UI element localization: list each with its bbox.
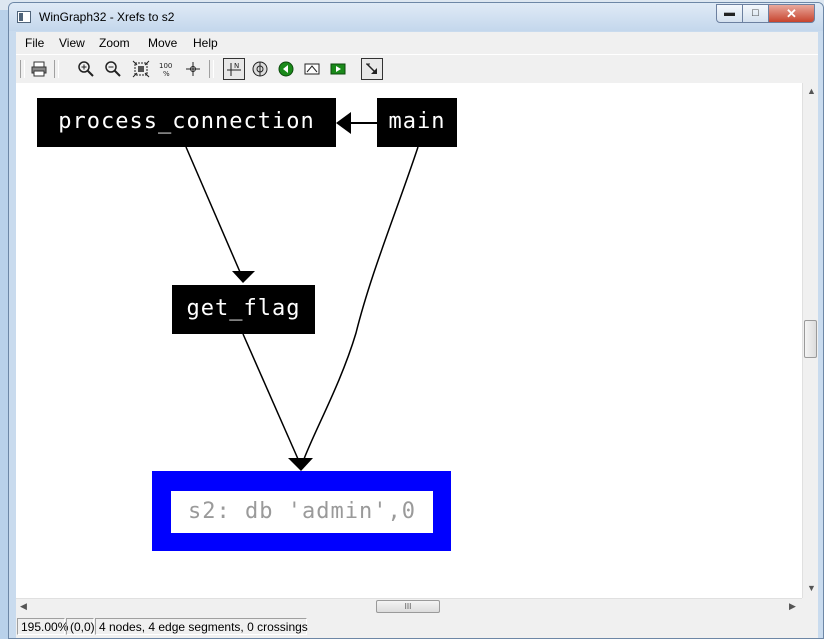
app-icon bbox=[17, 11, 31, 23]
menu-zoom[interactable]: Zoom bbox=[99, 36, 130, 50]
arrowhead-process-connection bbox=[336, 112, 351, 134]
node-get-flag[interactable]: get_flag bbox=[172, 285, 315, 334]
toolbar-separator bbox=[54, 60, 59, 78]
menu-file[interactable]: File bbox=[25, 36, 44, 50]
wingraph-window: WinGraph32 - Xrefs to s2 ▬ □ ✕ File View… bbox=[8, 2, 824, 639]
status-zoom: 195.00% bbox=[17, 618, 68, 635]
fit-window-icon[interactable] bbox=[130, 58, 152, 80]
toolbar-grip[interactable] bbox=[20, 60, 25, 78]
edge-process-connection-to-get-flag bbox=[185, 146, 241, 273]
menu-help[interactable]: Help bbox=[193, 36, 218, 50]
menu-move[interactable]: Move bbox=[148, 36, 177, 50]
scroll-down-icon[interactable]: ▼ bbox=[807, 583, 816, 593]
orthogonal-layout-icon[interactable]: N bbox=[223, 58, 245, 80]
toolbar-separator bbox=[209, 60, 214, 78]
menu-view[interactable]: View bbox=[59, 36, 85, 50]
svg-text:100: 100 bbox=[159, 62, 172, 70]
edge-get-flag-to-s2 bbox=[242, 333, 299, 460]
horizontal-scrollbar[interactable]: ◀ III ▶ bbox=[16, 598, 802, 614]
arrowhead-s2 bbox=[288, 458, 313, 471]
scroll-left-icon[interactable]: ◀ bbox=[20, 601, 27, 612]
minimize-button[interactable]: ▬ bbox=[716, 4, 743, 23]
node-main[interactable]: main bbox=[377, 98, 457, 147]
toolbar: 100% N bbox=[16, 54, 818, 84]
node-s2[interactable]: s2: db 'admin',0 bbox=[152, 471, 451, 551]
arrow-mode-icon[interactable] bbox=[361, 58, 383, 80]
previous-node-icon[interactable] bbox=[275, 58, 297, 80]
vertical-scroll-thumb[interactable] bbox=[804, 320, 817, 358]
node-process-connection[interactable]: process_connection bbox=[37, 98, 336, 147]
status-bar: 195.00% (0,0) 4 nodes, 4 edge segments, … bbox=[16, 615, 818, 638]
vertical-scrollbar[interactable]: ▲ ▼ bbox=[802, 83, 818, 598]
svg-text:N: N bbox=[234, 62, 239, 70]
node-s2-label: s2: db 'admin',0 bbox=[171, 491, 433, 533]
center-icon[interactable] bbox=[182, 58, 204, 80]
zoom-100-icon[interactable]: 100% bbox=[156, 58, 178, 80]
rotate-icon[interactable] bbox=[301, 58, 323, 80]
window-title: WinGraph32 - Xrefs to s2 bbox=[39, 10, 175, 24]
close-button[interactable]: ✕ bbox=[768, 4, 815, 23]
zoom-in-icon[interactable] bbox=[75, 58, 97, 80]
print-icon[interactable] bbox=[28, 58, 50, 80]
scroll-right-icon[interactable]: ▶ bbox=[789, 601, 796, 612]
next-node-icon[interactable] bbox=[327, 58, 349, 80]
edge-main-to-s2 bbox=[303, 146, 419, 460]
client-area: File View Zoom Move Help 100% N process_… bbox=[16, 32, 818, 638]
horizontal-scroll-thumb[interactable]: III bbox=[376, 600, 440, 613]
radar-icon[interactable] bbox=[249, 58, 271, 80]
scroll-up-icon[interactable]: ▲ bbox=[807, 86, 816, 96]
arrowhead-get-flag bbox=[232, 271, 255, 283]
zoom-out-icon[interactable] bbox=[102, 58, 124, 80]
scrollbar-corner bbox=[802, 598, 818, 614]
maximize-button[interactable]: □ bbox=[742, 4, 769, 23]
title-bar[interactable]: WinGraph32 - Xrefs to s2 ▬ □ ✕ bbox=[9, 3, 823, 31]
status-info: 4 nodes, 4 edge segments, 0 crossings bbox=[95, 618, 308, 635]
status-coords: (0,0) bbox=[66, 618, 95, 635]
menu-bar: File View Zoom Move Help bbox=[16, 32, 818, 54]
graph-canvas[interactable]: process_connection main get_flag s2: db … bbox=[16, 83, 802, 598]
svg-text:%: % bbox=[163, 70, 170, 78]
